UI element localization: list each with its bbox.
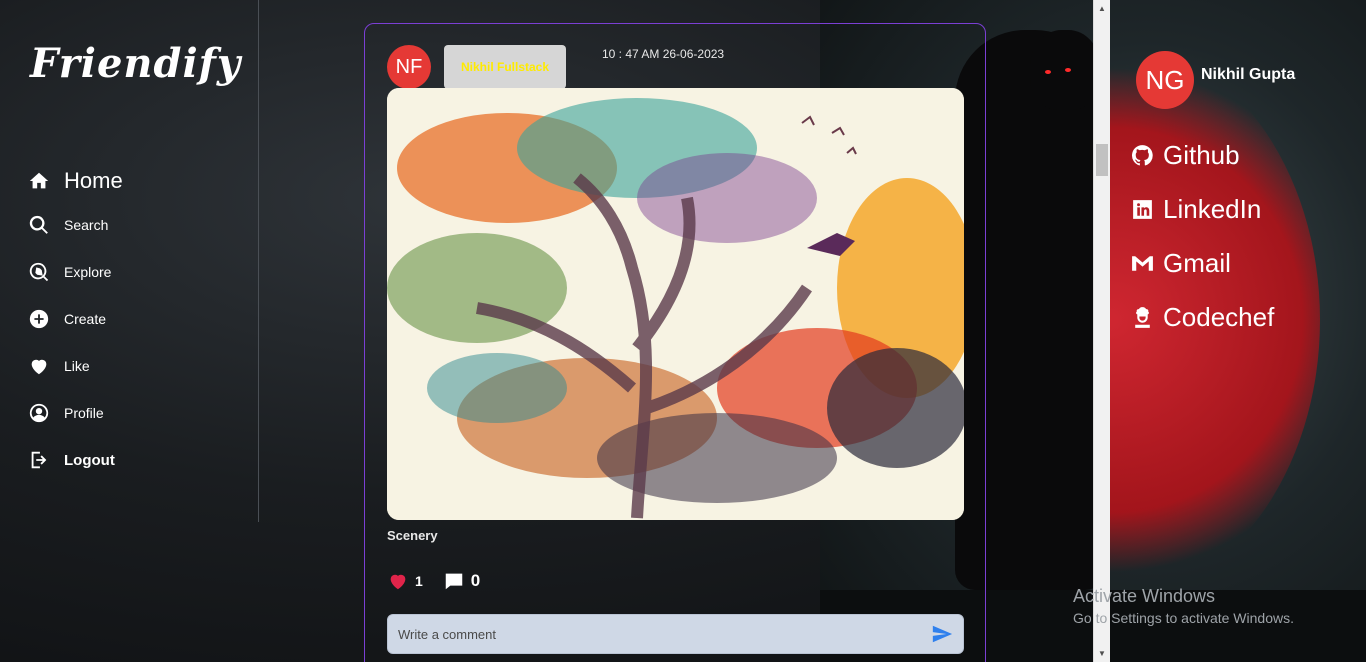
home-icon (29, 172, 49, 189)
red-eye-art (1045, 70, 1051, 74)
send-icon[interactable] (931, 623, 953, 645)
sidebar-item-home[interactable]: Home (28, 166, 123, 196)
linkedin-icon (1133, 199, 1152, 219)
sidebar-item-like[interactable]: Like (28, 354, 123, 378)
comment-icon (445, 573, 463, 590)
scrollbar-thumb[interactable] (1096, 144, 1108, 176)
sidebar-item-label: Logout (64, 451, 115, 469)
codechef-icon (1135, 306, 1150, 328)
post-actions: 1 0 (387, 570, 500, 592)
activate-windows-watermark: Activate Windows Go to Settings to activ… (1073, 586, 1294, 626)
watercolor-tree-image (387, 88, 964, 520)
link-label: Gmail (1163, 247, 1231, 278)
sidebar: Friendify Home Search Explore Create Lik… (0, 0, 259, 522)
comment-input-container (387, 614, 964, 654)
like-button[interactable]: 1 (387, 570, 423, 592)
comment-button[interactable]: 0 (443, 570, 480, 592)
watermark-title: Activate Windows (1073, 586, 1216, 606)
post-card: NF Nikhil Fullstack 10 : 47 AM 26-06-202… (364, 23, 986, 662)
watermark-subtitle: Go to Settings to activate Windows. (1073, 610, 1294, 626)
post-image[interactable] (387, 88, 964, 520)
gmail-link[interactable]: Gmail (1130, 246, 1274, 280)
gmail-icon (1132, 255, 1153, 271)
sidebar-item-label: Profile (64, 405, 104, 421)
search-icon (29, 215, 48, 234)
sidebar-item-logout[interactable]: Logout (28, 448, 123, 472)
linkedin-link[interactable]: LinkedIn (1130, 192, 1274, 226)
logout-icon (31, 451, 47, 469)
sidebar-item-label: Home (64, 168, 123, 193)
sidebar-item-label: Search (64, 217, 109, 233)
red-eye-art (1065, 68, 1071, 72)
post-author-name[interactable]: Nikhil Fullstack (444, 45, 566, 89)
sidebar-item-label: Explore (64, 264, 112, 280)
github-link[interactable]: Github (1130, 138, 1274, 172)
link-label: Github (1163, 139, 1240, 170)
heart-icon (390, 574, 406, 590)
profile-name[interactable]: Nikhil Gupta (1201, 66, 1295, 84)
link-label: LinkedIn (1163, 193, 1262, 224)
user-circle-icon (29, 403, 49, 423)
explore-icon (29, 262, 49, 282)
sidebar-item-label: Create (64, 311, 107, 327)
comment-input[interactable] (398, 626, 931, 642)
sidebar-item-create[interactable]: Create (28, 307, 123, 331)
link-label: Codechef (1163, 301, 1275, 332)
heart-icon (31, 359, 47, 375)
sidebar-item-explore[interactable]: Explore (28, 260, 123, 284)
app-logo[interactable]: Friendify (30, 40, 241, 87)
sidebar-item-search[interactable]: Search (28, 213, 123, 237)
scroll-up-arrow-icon[interactable]: ▲ (1094, 0, 1110, 17)
comment-count: 0 (470, 571, 481, 590)
profile-avatar[interactable]: NG (1136, 51, 1194, 109)
post-author-avatar[interactable]: NF (387, 45, 431, 89)
like-count: 1 (415, 573, 423, 589)
codechef-link[interactable]: Codechef (1130, 300, 1274, 334)
post-timestamp: 10 : 47 AM 26-06-2023 (602, 47, 725, 61)
sidebar-item-label: Like (64, 358, 90, 374)
post-caption: Scenery (387, 528, 438, 543)
social-links: Github LinkedIn Gmail Codechef (1130, 138, 1274, 354)
scroll-down-arrow-icon[interactable]: ▼ (1094, 645, 1110, 662)
sidebar-nav: Home Search Explore Create Like Profile … (28, 166, 123, 495)
sidebar-item-profile[interactable]: Profile (28, 401, 123, 425)
scrollbar[interactable]: ▲ ▼ (1093, 0, 1110, 662)
plus-circle-icon (29, 309, 49, 329)
github-icon (1132, 144, 1153, 165)
